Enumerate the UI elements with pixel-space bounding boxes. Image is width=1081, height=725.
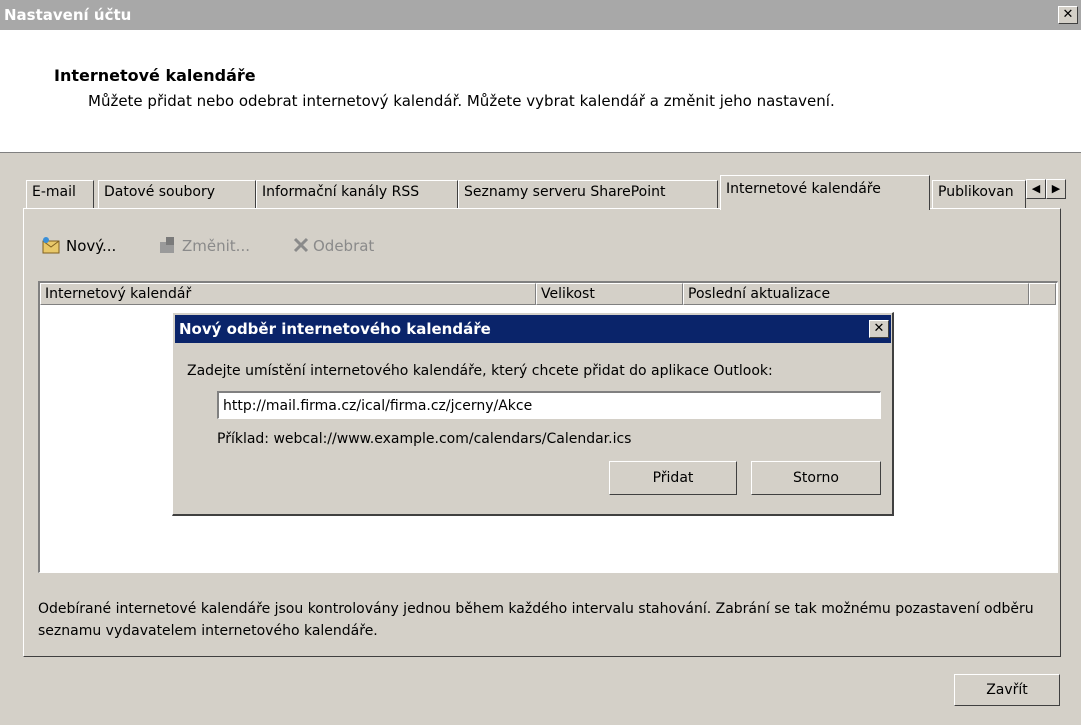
column-header-size[interactable]: Velikost [536,283,683,305]
tab-email[interactable]: E-mail [26,180,94,208]
dialog-example: Příklad: webcal://www.example.com/calend… [217,431,632,447]
tab-sharepoint-lists[interactable]: Seznamy serveru SharePoint [458,180,718,208]
column-header-filler [1029,283,1056,305]
tab-internet-calendars[interactable]: Internetové kalendáře [720,175,930,210]
column-header-calendar[interactable]: Internetový kalendář [40,283,536,305]
tab-published-calendars[interactable]: Publikovan [932,180,1026,208]
edit-icon [160,237,174,253]
new-button[interactable]: Nový... [42,236,116,255]
dialog-titlebar[interactable]: Nový odběr internetového kalendáře ✕ [175,315,891,343]
new-calendar-subscription-dialog: Nový odběr internetového kalendáře ✕ Zad… [172,312,894,516]
tab-data-files[interactable]: Datové soubory [98,180,256,208]
add-button[interactable]: Přidat [609,461,737,495]
footer-note: Odebírané internetové kalendáře jsou kon… [38,601,1034,639]
tab-scroll-right-icon[interactable]: ▶ [1046,179,1066,199]
header-area: Internetové kalendáře Můžete přidat nebo… [0,30,1081,153]
page-title: Internetové kalendáře [54,66,256,85]
account-settings-window: Nastavení účtu ✕ Internetové kalendáře M… [0,0,1081,725]
window-title: Nastavení účtu [4,6,132,24]
remove-button[interactable]: Odebrat [292,236,374,255]
close-button[interactable]: Zavřít [954,674,1060,706]
cancel-button[interactable]: Storno [751,461,881,495]
tab-rss-feeds[interactable]: Informační kanály RSS [256,180,458,208]
dialog-close-icon[interactable]: ✕ [869,320,889,338]
new-calendar-icon [42,237,60,254]
column-header-last-update[interactable]: Poslední aktualizace [683,283,1029,305]
page-description: Můžete přidat nebo odebrat internetový k… [88,92,835,110]
tab-scroll-left-icon[interactable]: ◀ [1026,179,1046,199]
dialog-prompt: Zadejte umístění internetového kalendáře… [187,363,773,379]
window-titlebar[interactable]: Nastavení účtu ✕ [0,0,1081,30]
change-button-label: Změnit... [182,237,250,255]
calendar-url-input[interactable] [217,391,881,419]
delete-x-icon [293,237,309,253]
new-button-label: Nový... [66,237,117,255]
close-icon[interactable]: ✕ [1058,6,1078,24]
change-button[interactable]: Změnit... [158,236,250,255]
dialog-title: Nový odběr internetového kalendáře [179,320,491,338]
remove-button-label: Odebrat [313,237,375,255]
